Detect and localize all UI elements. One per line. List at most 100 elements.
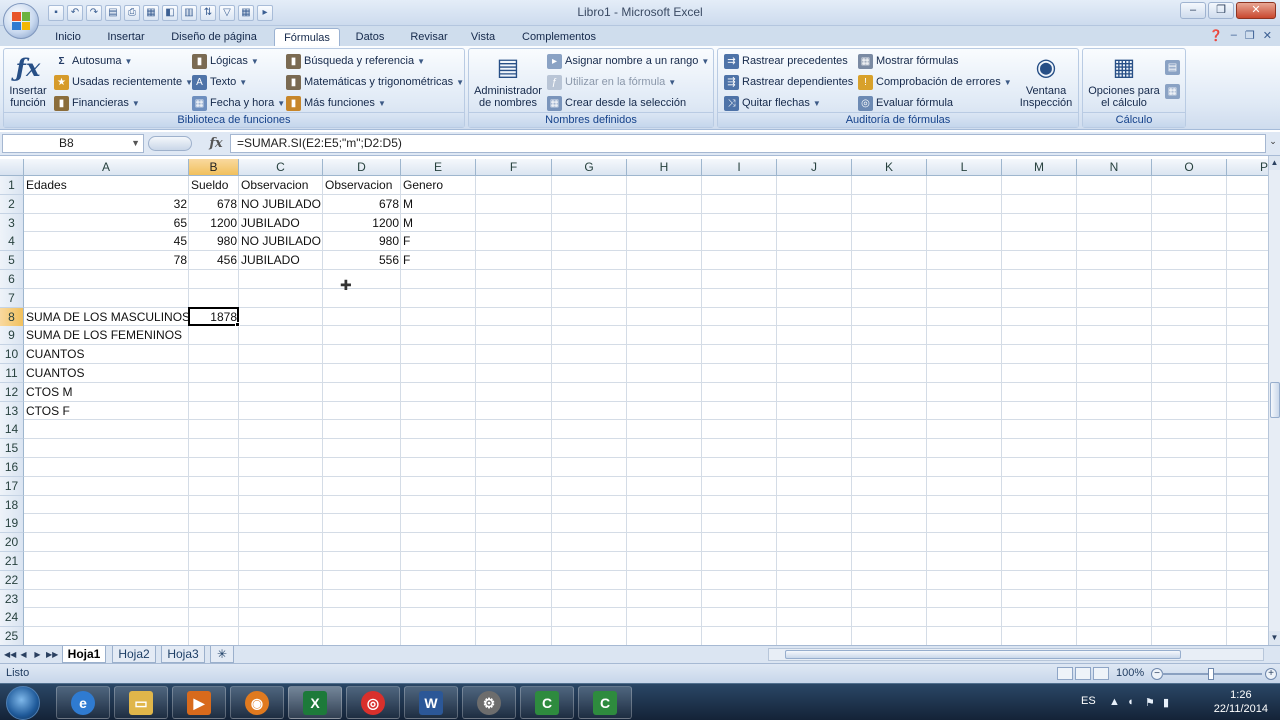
- cell-data[interactable]: JUBILADO: [239, 251, 323, 270]
- scroll-up-icon[interactable]: ▲: [1269, 156, 1280, 170]
- cell-data[interactable]: M: [401, 214, 476, 233]
- tab-insertar[interactable]: Insertar: [100, 28, 152, 46]
- cell-label[interactable]: CTOS F: [24, 402, 189, 421]
- cell-data[interactable]: 678: [323, 195, 401, 214]
- row-header-10[interactable]: 10: [0, 345, 24, 365]
- column-header-g[interactable]: G: [552, 159, 627, 176]
- row-header-22[interactable]: 22: [0, 570, 24, 590]
- asignar-nombre-button[interactable]: ▸ Asignar nombre a un rango ▼: [547, 53, 709, 70]
- row-header-5[interactable]: 5: [0, 251, 24, 271]
- row-header-12[interactable]: 12: [0, 382, 24, 402]
- insert-function-button[interactable]: ƒx Insertar función: [6, 53, 50, 109]
- minimize-button[interactable]: –: [1180, 2, 1206, 19]
- cell-data[interactable]: M: [401, 195, 476, 214]
- close-workbook-icon[interactable]: ✕: [1263, 29, 1272, 42]
- cell-data[interactable]: NO JUBILADO: [239, 195, 323, 214]
- page-break-view-icon[interactable]: [1093, 667, 1109, 680]
- taskbar-excel[interactable]: X: [288, 686, 342, 719]
- rastrear-dependientes-button[interactable]: ⇶ Rastrear dependientes: [724, 74, 853, 91]
- vertical-scrollbar[interactable]: ▲ ▼: [1268, 156, 1280, 645]
- taskbar-word[interactable]: W: [404, 686, 458, 719]
- calcular-hoja-button[interactable]: ▦: [1165, 83, 1180, 100]
- cell-label[interactable]: CUANTOS: [24, 364, 189, 383]
- first-sheet-icon[interactable]: ◀◀: [4, 648, 16, 661]
- texto-button[interactable]: A Texto ▼: [192, 74, 247, 91]
- row-header-16[interactable]: 16: [0, 458, 24, 477]
- cell-data[interactable]: F: [401, 251, 476, 270]
- cell-label[interactable]: SUMA DE LOS FEMENINOS: [24, 326, 189, 345]
- network-icon[interactable]: ▮: [1163, 696, 1169, 709]
- column-header-a[interactable]: A: [24, 159, 189, 176]
- administrador-nombres-button[interactable]: ▤ Administrador de nombres: [471, 53, 545, 109]
- taskbar-ie[interactable]: e: [56, 686, 110, 719]
- zoom-slider-knob[interactable]: [1208, 668, 1214, 680]
- column-header-j[interactable]: J: [777, 159, 852, 176]
- cell-label[interactable]: CTOS M: [24, 383, 189, 402]
- tab-diseno[interactable]: Diseño de página: [162, 28, 266, 46]
- calcular-ahora-button[interactable]: ▤: [1165, 59, 1180, 76]
- tab-formulas[interactable]: Fórmulas: [274, 28, 340, 46]
- spreadsheet-grid[interactable]: A B C D E F G H I J K L M N O P 1 2 3 4 5 6 7 8 9 10 11 12 13 14 15 16 1…: [0, 159, 1268, 645]
- close-button[interactable]: ✕: [1236, 2, 1276, 19]
- cell-data[interactable]: 78: [24, 251, 189, 270]
- page-layout-view-icon[interactable]: [1075, 667, 1091, 680]
- row-header-13[interactable]: 13: [0, 401, 24, 421]
- minimize-ribbon-icon[interactable]: –: [1231, 29, 1237, 42]
- cell-header[interactable]: Sueldo: [189, 176, 239, 195]
- quitar-flechas-button[interactable]: ⤨ Quitar flechas ▼: [724, 95, 821, 112]
- horizontal-scrollbar[interactable]: [768, 648, 1264, 661]
- row-header-11[interactable]: 11: [0, 364, 24, 383]
- scroll-down-icon[interactable]: ▼: [1269, 631, 1280, 645]
- crear-seleccion-button[interactable]: ▦ Crear desde la selección: [547, 95, 686, 112]
- cell-header[interactable]: Observacion: [239, 176, 323, 195]
- cell-label[interactable]: SUMA DE LOS MASCULINOS: [24, 308, 190, 327]
- column-header-d[interactable]: D: [323, 159, 401, 176]
- column-header-m[interactable]: M: [1002, 159, 1077, 176]
- taskbar-firefox[interactable]: ◉: [230, 686, 284, 719]
- column-header-k[interactable]: K: [852, 159, 927, 176]
- select-all-corner[interactable]: [0, 159, 24, 176]
- zoom-level[interactable]: 100%: [1116, 667, 1144, 679]
- help-icon[interactable]: ❓: [1209, 29, 1223, 42]
- row-header-2[interactable]: 2: [0, 194, 24, 214]
- next-sheet-icon[interactable]: ▶: [32, 648, 43, 661]
- cell-data[interactable]: 678: [189, 195, 239, 214]
- tab-complementos[interactable]: Complementos: [514, 28, 604, 46]
- clock[interactable]: 1:26 22/11/2014: [1214, 688, 1268, 716]
- taskbar-tool[interactable]: ⚙: [462, 686, 516, 719]
- taskbar-camtasia-2[interactable]: C: [578, 686, 632, 719]
- evaluar-formula-button[interactable]: ◎ Evaluar fórmula: [858, 95, 953, 112]
- row-header-1[interactable]: 1: [0, 176, 24, 195]
- utilizar-formula-button[interactable]: ƒ Utilizar en la fórmula ▼: [547, 74, 676, 91]
- prev-sheet-icon[interactable]: ◀: [18, 648, 29, 661]
- normal-view-icon[interactable]: [1057, 667, 1073, 680]
- row-header-14[interactable]: 14: [0, 420, 24, 440]
- cell-header[interactable]: Genero: [401, 176, 476, 195]
- column-header-b[interactable]: B: [189, 159, 239, 176]
- column-header-n[interactable]: N: [1077, 159, 1152, 176]
- cell-data[interactable]: F: [401, 232, 476, 251]
- vertical-scroll-thumb[interactable]: [1270, 382, 1280, 418]
- cell-data[interactable]: JUBILADO: [239, 214, 323, 233]
- column-header-e[interactable]: E: [401, 159, 476, 176]
- tab-datos[interactable]: Datos: [348, 28, 392, 46]
- mas-funciones-button[interactable]: ▮ Más funciones ▼: [286, 95, 386, 112]
- row-header-3[interactable]: 3: [0, 213, 24, 233]
- insert-sheet-icon[interactable]: ✳: [210, 646, 234, 663]
- row-header-20[interactable]: 20: [0, 533, 24, 553]
- cell-data[interactable]: 1200: [189, 214, 239, 233]
- cell-data[interactable]: 32: [24, 195, 189, 214]
- cell-header[interactable]: Observacion: [323, 176, 401, 195]
- comprobacion-errores-button[interactable]: ! Comprobación de errores ▼: [858, 74, 1012, 91]
- cell-data[interactable]: NO JUBILADO: [239, 232, 323, 251]
- row-header-4[interactable]: 4: [0, 232, 24, 252]
- column-header-l[interactable]: L: [927, 159, 1002, 176]
- row-header-17[interactable]: 17: [0, 476, 24, 496]
- sheet-tab-hoja1[interactable]: Hoja1: [62, 646, 106, 663]
- ventana-inspeccion-button[interactable]: ◉ Ventana Inspección: [1016, 53, 1076, 109]
- row-header-15[interactable]: 15: [0, 439, 24, 459]
- row-header-18[interactable]: 18: [0, 495, 24, 515]
- cell-data[interactable]: 65: [24, 214, 189, 233]
- column-header-c[interactable]: C: [239, 159, 323, 176]
- taskbar-explorer[interactable]: ▭: [114, 686, 168, 719]
